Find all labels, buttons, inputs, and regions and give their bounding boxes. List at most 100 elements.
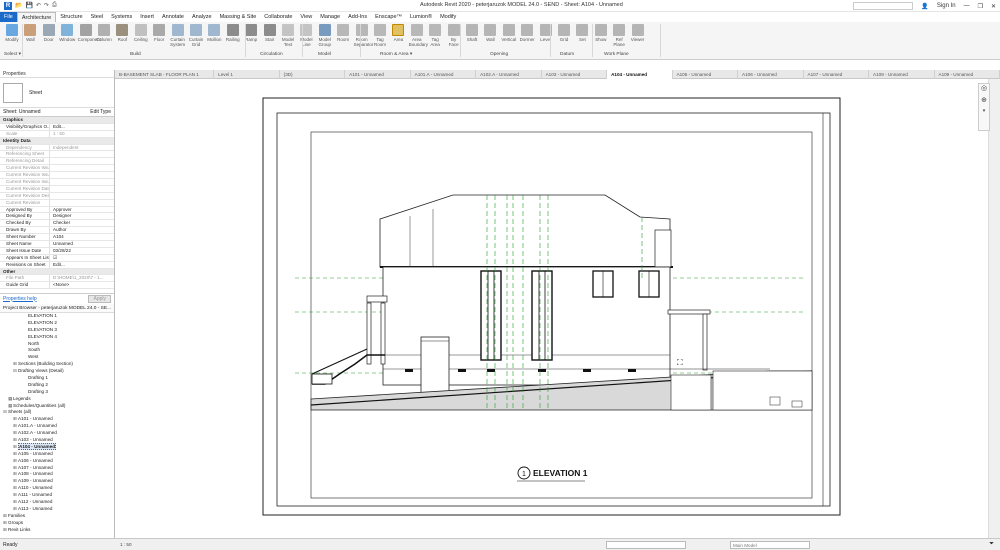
menu-tab-analyze[interactable]: Analyze <box>188 12 216 22</box>
ribbon-group-label[interactable]: Work Plane <box>604 52 629 57</box>
ribbon-button-tag-area[interactable]: Tag Area <box>427 24 443 47</box>
ribbon-group-label[interactable]: Model <box>318 52 331 57</box>
ribbon-button-model-text[interactable]: Model Text <box>280 24 296 47</box>
browser-item[interactable]: Drafting 2 <box>0 382 114 389</box>
view-tab[interactable]: A107 - Unnamed <box>804 70 870 79</box>
design-option-selector[interactable]: Main Model <box>730 541 810 549</box>
view-tab[interactable]: A101 - Unnamed <box>345 70 411 79</box>
property-value[interactable]: Author <box>50 227 114 233</box>
apply-button[interactable]: Apply <box>88 294 111 303</box>
browser-item[interactable]: South <box>0 347 114 354</box>
ribbon-button-modify[interactable]: Modify <box>4 24 20 42</box>
ribbon-button-tag-room[interactable]: Tag Room <box>372 24 388 47</box>
property-value[interactable]: 03/28/22 <box>50 248 114 254</box>
browser-item[interactable]: ⊞A110 - Unnamed <box>0 485 114 492</box>
browser-item[interactable]: ELEVATION 4 <box>0 334 114 341</box>
ribbon-button-wall[interactable]: Wall <box>482 24 498 42</box>
view-tab[interactable]: B-BASEMENT SLAB - FLOOR PLAN 1 <box>115 70 215 79</box>
property-section-header[interactable]: Identity Data <box>0 137 114 145</box>
ribbon-button-roof[interactable]: Roof <box>114 24 130 42</box>
property-value[interactable]: Checker <box>50 220 114 226</box>
view-scale[interactable]: 1 : 50 <box>120 542 132 547</box>
ribbon-button-viewer[interactable]: Viewer <box>630 24 646 42</box>
property-value[interactable]: Designer <box>50 213 114 219</box>
browser-item[interactable]: ⊞A112 - Unnamed <box>0 499 114 506</box>
view-tab[interactable]: A106 - Unnamed <box>738 70 804 79</box>
workset-selector[interactable] <box>606 541 686 549</box>
browser-item[interactable]: ⊞ A104 - Unnamed <box>0 442 114 451</box>
view-tab[interactable]: A101.A - Unnamed <box>411 70 477 79</box>
browser-item[interactable]: Drafting 3 <box>0 389 114 396</box>
menu-tab-manage[interactable]: Manage <box>316 12 344 22</box>
close-button[interactable]: ✕ <box>991 3 996 10</box>
menu-tab-add-ins[interactable]: Add-Ins <box>344 12 371 22</box>
ribbon-button-shaft[interactable]: Shaft <box>464 24 480 42</box>
browser-item[interactable]: ⊞A107 - Unnamed <box>0 465 114 472</box>
ribbon-button-component[interactable]: Component <box>78 24 101 42</box>
ribbon-button-vertical[interactable]: Vertical <box>501 24 517 42</box>
browser-item[interactable]: ⊟Sheets (all) <box>0 409 114 416</box>
ribbon-button-area-boundary[interactable]: Area Boundary <box>409 24 428 47</box>
browser-item[interactable]: ⊞A108 - Unnamed <box>0 471 114 478</box>
type-selector[interactable]: Sheet <box>0 78 114 108</box>
property-section-header[interactable]: Other <box>0 268 114 276</box>
ribbon-button-mullion[interactable]: Mullion <box>206 24 222 42</box>
restore-button[interactable]: ❐ <box>978 3 983 10</box>
zoom-icon[interactable]: ⊕ <box>979 96 989 104</box>
view-tab[interactable]: A109 - Unnamed <box>935 70 1000 79</box>
undo-icon[interactable]: ↶ <box>36 2 41 10</box>
browser-item[interactable]: Drafting 1 <box>0 375 114 382</box>
browser-item[interactable]: ⊞A113 - Unnamed <box>0 506 114 513</box>
menu-tab-steel[interactable]: Steel <box>87 12 108 22</box>
sign-in-link[interactable]: Sign In <box>937 3 956 9</box>
drawing-canvas[interactable]: ⛶ 1 ELEVATION 1 <box>115 79 988 538</box>
search-input[interactable] <box>853 2 914 10</box>
browser-item[interactable]: ▦Schedules/Quantities (all) <box>0 403 114 410</box>
view-tab[interactable]: {3D} <box>280 70 346 79</box>
ribbon-group-label[interactable]: Build <box>130 52 141 57</box>
menu-tab-view[interactable]: View <box>296 12 316 22</box>
ribbon-button-room[interactable]: Room <box>335 24 351 42</box>
property-value[interactable]: <None> <box>50 282 114 288</box>
ribbon-button-floor[interactable]: Floor <box>151 24 167 42</box>
zoom-dropdown-icon[interactable]: ▾ <box>979 108 989 114</box>
browser-item[interactable]: ⊟Drafting Views (Detail) <box>0 368 114 375</box>
open-icon[interactable]: 📂 <box>15 2 22 10</box>
ribbon-group-label[interactable]: Datum <box>560 52 574 57</box>
browser-item[interactable]: ELEVATION 2 <box>0 320 114 327</box>
view-tab[interactable]: A108 - Unnamed <box>869 70 935 79</box>
menu-tab-insert[interactable]: Insert <box>136 12 158 22</box>
browser-item[interactable]: ⊞Families <box>0 513 114 520</box>
minimize-button[interactable]: — <box>964 3 970 9</box>
ribbon-button-show[interactable]: Show <box>593 24 609 42</box>
ribbon-group-label[interactable]: Circulation <box>260 52 283 57</box>
browser-item[interactable]: North <box>0 341 114 348</box>
print-icon[interactable]: ⎙ <box>52 2 57 10</box>
view-tab[interactable]: A103 - Unnamed <box>542 70 608 79</box>
property-value[interactable]: ☑ <box>50 255 114 261</box>
menu-tab-file[interactable]: File <box>0 12 17 22</box>
ribbon-button-door[interactable]: Door <box>41 24 57 42</box>
ribbon-button-column[interactable]: Column <box>96 24 112 42</box>
property-value[interactable]: Unnamed <box>50 241 114 247</box>
browser-item[interactable]: ELEVATION 1 <box>0 313 114 320</box>
property-value[interactable]: Edit... <box>50 262 114 268</box>
menu-tab-massing-site[interactable]: Massing & Site <box>216 12 261 22</box>
view-tab[interactable]: A102.A - Unnamed <box>476 70 542 79</box>
browser-item[interactable]: West <box>0 354 114 361</box>
ribbon-button-ref-plane[interactable]: Ref Plane <box>611 24 627 47</box>
browser-item[interactable]: ⊞A106 - Unnamed <box>0 458 114 465</box>
browser-item[interactable]: ⊞Revit Links <box>0 527 114 534</box>
property-value[interactable]: A104 <box>50 234 114 240</box>
property-value[interactable]: Approver <box>50 207 114 213</box>
ribbon-button-set[interactable]: Set <box>574 24 590 42</box>
menu-tab-modify[interactable]: Modify <box>436 12 460 22</box>
ribbon-group-label[interactable]: Opening <box>490 52 508 57</box>
filter-icon[interactable]: ⏷ <box>989 541 994 548</box>
browser-item[interactable]: ⊞A109 - Unnamed <box>0 478 114 485</box>
ribbon-button-model-line[interactable]: Model Line <box>298 24 314 47</box>
revit-logo-icon[interactable]: R <box>4 1 12 10</box>
browser-item[interactable]: ELEVATION 3 <box>0 327 114 334</box>
save-icon[interactable]: 💾 <box>25 2 32 10</box>
vertical-scrollbar[interactable] <box>988 79 1000 538</box>
